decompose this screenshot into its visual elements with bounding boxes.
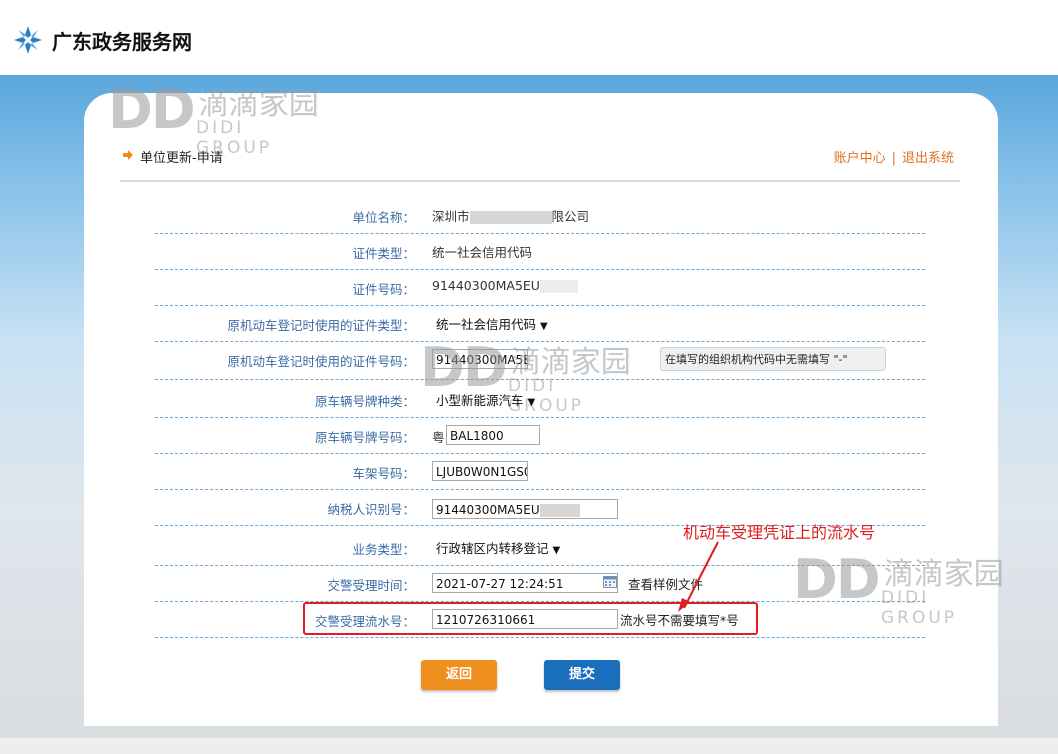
plate-province: 粤 bbox=[432, 430, 445, 445]
cert-no-value: 91440300MA5EU bbox=[432, 278, 578, 293]
taxpayer-id-label: 纳税人识别号： bbox=[327, 502, 415, 517]
cert-no-row: 证件号码： 91440300MA5EU bbox=[155, 269, 925, 306]
site-logo-icon bbox=[14, 26, 42, 54]
bottom-strip bbox=[0, 738, 1058, 754]
cert-type-label: 证件类型： bbox=[352, 246, 415, 261]
plate-no-input[interactable]: BAL1800 bbox=[446, 425, 540, 445]
plate-type-select[interactable]: 小型新能源汽车 ▼ bbox=[436, 390, 535, 409]
vin-label: 车架号码： bbox=[352, 466, 415, 481]
arrow-right-icon bbox=[123, 150, 133, 160]
unit-name-label: 单位名称： bbox=[352, 210, 415, 225]
top-bar: 广东政务服务网 bbox=[0, 0, 1058, 75]
orig-cert-type-select[interactable]: 统一社会信用代码 ▼ bbox=[436, 314, 548, 333]
plate-no-row: 原车辆号牌号码： 粤 BAL1800 bbox=[155, 417, 925, 454]
vin-row: 车架号码： LJUB0W0N1GS0 bbox=[155, 453, 925, 490]
calendar-icon[interactable] bbox=[603, 575, 617, 588]
business-type-select[interactable]: 行政辖区内转移登记 ▼ bbox=[436, 538, 560, 557]
orig-cert-no-row: 原机动车登记时使用的证件号码： 91440300MA5EUI 在填写的组织机构代… bbox=[155, 341, 925, 380]
orig-cert-no-hint: 在填写的组织机构代码中无需填写 "-" bbox=[660, 347, 886, 371]
site-name: 广东政务服务网 bbox=[52, 30, 192, 54]
orig-cert-type-row: 原机动车登记时使用的证件类型： 统一社会信用代码 ▼ bbox=[155, 305, 925, 342]
submit-button[interactable]: 提交 bbox=[544, 660, 620, 690]
cert-type-row: 证件类型： 统一社会信用代码 bbox=[155, 233, 925, 270]
back-button[interactable]: 返回 bbox=[421, 660, 497, 690]
accept-time-label: 交警受理时间： bbox=[327, 578, 415, 593]
orig-cert-no-input[interactable]: 91440300MA5EUI bbox=[432, 349, 528, 369]
plate-no-label: 原车辆号牌号码： bbox=[314, 430, 415, 445]
dropdown-caret-icon: ▼ bbox=[552, 545, 561, 556]
unit-name-row: 单位名称： 深圳市 限公司 bbox=[155, 197, 925, 234]
page-title: 单位更新-申请 bbox=[140, 151, 223, 166]
logout-link[interactable]: 退出系统 bbox=[902, 151, 954, 166]
accept-time-input[interactable]: 2021-07-27 12:24:51 bbox=[432, 573, 618, 593]
plate-type-row: 原车辆号牌种类： 小型新能源汽车 ▼ bbox=[155, 381, 925, 418]
unit-name-value: 深圳市 限公司 bbox=[432, 209, 590, 224]
header-links: 账户中心 | 退出系统 bbox=[833, 151, 954, 166]
vin-input[interactable]: LJUB0W0N1GS0 bbox=[432, 461, 528, 481]
orig-cert-type-label: 原机动车登记时使用的证件类型： bbox=[227, 318, 415, 333]
plate-type-label: 原车辆号牌种类： bbox=[314, 394, 415, 409]
accept-time-row: 交警受理时间： 2021-07-27 12:24:51 查看样例文件 bbox=[155, 565, 925, 602]
taxpayer-id-input[interactable]: 91440300MA5EU bbox=[432, 499, 618, 519]
annotation-arrow-icon bbox=[678, 541, 719, 612]
business-type-label: 业务类型： bbox=[352, 542, 415, 557]
cert-type-value: 统一社会信用代码 bbox=[432, 245, 533, 260]
dropdown-caret-icon: ▼ bbox=[540, 321, 548, 332]
account-center-link[interactable]: 账户中心 bbox=[834, 151, 886, 166]
panel-header: 单位更新-申请 账户中心 | 退出系统 bbox=[120, 142, 960, 182]
cert-no-label: 证件号码： bbox=[352, 282, 415, 297]
orig-cert-no-label: 原机动车登记时使用的证件号码： bbox=[227, 354, 415, 369]
dropdown-caret-icon: ▼ bbox=[527, 397, 536, 408]
